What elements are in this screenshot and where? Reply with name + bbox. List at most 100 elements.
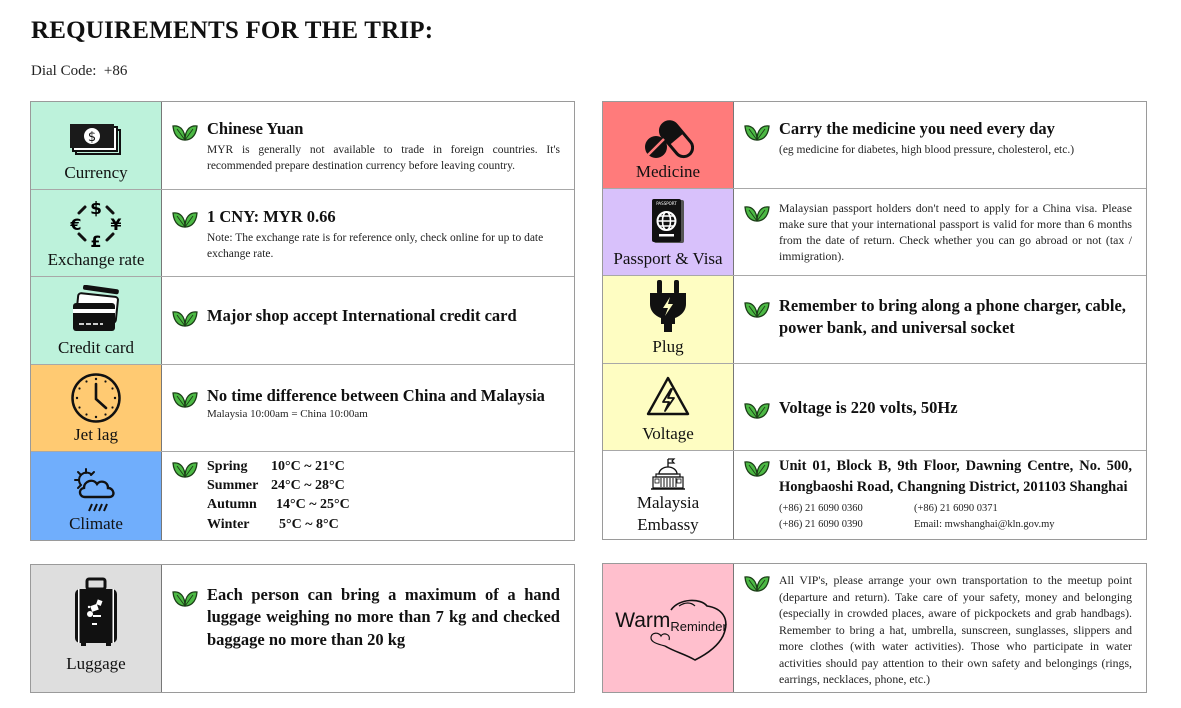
luggage-label-cell: Luggage [31, 565, 162, 692]
warm-reminder-text: All VIP's, please arrange your own trans… [779, 573, 1132, 687]
warm-reminder-logo: Warm Reminder [615, 609, 727, 634]
svg-text:£: £ [90, 232, 101, 249]
leaf-bullet-icon [744, 400, 770, 420]
dial-code: Dial Code: +86 [31, 63, 127, 80]
plug-icon [650, 279, 686, 332]
money-icon: $ [70, 123, 121, 155]
embassy-label-line1: Malaysia [636, 492, 700, 512]
passport-icon-text: PASSPORT [656, 201, 677, 206]
high-voltage-icon [646, 376, 690, 415]
embassy-phone[interactable]: (+86) 21 6090 0390 [779, 517, 914, 533]
passport-content: Malaysian passport holders don't need to… [734, 189, 1146, 275]
passport-label-cell: PASSPORT Passport & Visa [603, 189, 734, 275]
luggage-table: Luggage Each person can bring a maximum … [30, 564, 575, 693]
luggage-heading: Each person can bring a maximum of a han… [207, 585, 560, 649]
plug-heading: Remember to bring along a phone charger,… [779, 296, 1126, 338]
leaf-bullet-icon [172, 308, 198, 328]
passport-text: Malaysian passport holders don't need to… [779, 201, 1132, 263]
exchange-label: Exchange rate [47, 249, 145, 269]
svg-text:$: $ [88, 130, 96, 145]
plug-row: Plug Remember to bring along a phone cha… [603, 276, 1146, 364]
embassy-label-cell: Malaysia Embassy [603, 451, 734, 539]
warm-reminder-label-cell: Warm Reminder [603, 564, 734, 692]
passport-label: Passport & Visa [613, 248, 723, 268]
luggage-row: Luggage Each person can bring a maximum … [31, 565, 574, 692]
warm-reminder-row: Warm Reminder All VIP's, please arrange … [603, 564, 1146, 692]
right-requirements-table: Medicine Carry the medicine you need eve… [602, 101, 1147, 540]
voltage-label-cell: Voltage [603, 364, 734, 450]
suitcase-icon [75, 577, 117, 646]
jet-lag-label: Jet lag [74, 424, 118, 444]
season-range: 14°C ~ 25°C [276, 497, 350, 513]
page-title: REQUIREMENTS FOR THE TRIP: [31, 17, 434, 44]
medicine-heading: Carry the medicine you need every day [779, 119, 1055, 138]
leaf-bullet-icon [744, 458, 770, 478]
season-name: Summer [207, 478, 259, 494]
voltage-heading: Voltage is 220 volts, 50Hz [779, 398, 958, 417]
season-name: Winter [207, 516, 250, 532]
season-name: Autumn [207, 497, 257, 513]
exchange-label-cell: $ € ¥ £ Exchange rate [31, 190, 162, 276]
currency-text: MYR is generally not available to trade … [207, 144, 560, 173]
embassy-email[interactable]: Email: mwshanghai@kln.gov.my [914, 517, 1132, 533]
embassy-building-icon [651, 457, 685, 490]
svg-text:€: € [69, 215, 81, 234]
warm-text: Warm [615, 609, 671, 632]
leaf-bullet-icon [744, 203, 770, 223]
embassy-address: Unit 01, Block B, 9th Floor, Dawning Cen… [779, 458, 1132, 496]
credit-card-label: Credit card [58, 337, 134, 357]
clock-icon [71, 373, 121, 423]
plug-content: Remember to bring along a phone charger,… [734, 276, 1146, 363]
credit-card-row: Credit card Major shop accept Internatio… [31, 277, 574, 365]
currency-label: Currency [64, 162, 128, 182]
climate-seasons-list: Spring 10°C ~ 21°C Summer 24°C ~ 28°C Au… [207, 458, 560, 534]
svg-text:$: $ [90, 199, 102, 219]
passport-row: PASSPORT Passport & Visa Malaysian passp… [603, 189, 1146, 276]
credit-card-icon [73, 284, 119, 331]
leaf-bullet-icon [744, 573, 770, 593]
exchange-content: 1 CNY: MYR 0.66 Note: The exchange rate … [162, 190, 574, 276]
credit-card-label-cell: Credit card [31, 277, 162, 364]
jet-lag-content: No time difference between China and Mal… [162, 365, 574, 451]
medicine-content: Carry the medicine you need every day (e… [734, 102, 1146, 188]
currency-content: Chinese Yuan MYR is generally not availa… [162, 102, 574, 189]
season-range: 5°C ~ 8°C [279, 516, 339, 532]
plug-label-cell: Plug [603, 276, 734, 363]
climate-label-cell: Climate [31, 452, 162, 540]
weather-icon [74, 467, 115, 512]
exchange-row: $ € ¥ £ Exchange rate 1 CNY: MYR 0.66 No… [31, 190, 574, 277]
leaf-bullet-icon [172, 122, 198, 142]
svg-text:¥: ¥ [110, 215, 121, 234]
medicine-label-cell: Medicine [603, 102, 734, 188]
passport-icon: PASSPORT [652, 198, 684, 243]
leaf-bullet-icon [744, 299, 770, 319]
leaf-bullet-icon [172, 209, 198, 229]
climate-label: Climate [69, 513, 123, 533]
climate-content: Spring 10°C ~ 21°C Summer 24°C ~ 28°C Au… [162, 452, 574, 540]
embassy-phone[interactable]: (+86) 21 6090 0371 [914, 501, 1132, 517]
medicine-label: Medicine [635, 161, 701, 181]
climate-row: Climate Spring 10°C ~ 21°C Summer 24°C ~… [31, 452, 574, 540]
exchange-text: Note: The exchange rate is for reference… [207, 232, 544, 261]
currency-heading: Chinese Yuan [207, 119, 304, 138]
embassy-content: Unit 01, Block B, 9th Floor, Dawning Cen… [734, 451, 1146, 539]
voltage-label: Voltage [642, 423, 694, 443]
leaf-bullet-icon [172, 588, 198, 608]
jet-lag-label-cell: Jet lag [31, 365, 162, 451]
pills-icon [645, 119, 694, 158]
medicine-text: (eg medicine for diabetes, high blood pr… [779, 144, 1075, 157]
credit-card-content: Major shop accept International credit c… [162, 277, 574, 364]
embassy-phone[interactable]: (+86) 21 6090 0360 [779, 501, 914, 517]
currency-exchange-icon: $ € ¥ £ [69, 199, 121, 249]
warm-reminder-content: All VIP's, please arrange your own trans… [734, 564, 1146, 692]
exchange-heading: 1 CNY: MYR 0.66 [207, 207, 336, 226]
jet-lag-heading: No time difference between China and Mal… [207, 386, 545, 405]
credit-card-heading: Major shop accept International credit c… [207, 306, 517, 325]
left-requirements-table: $ Currency Chinese Yuan MYR is generally… [30, 101, 575, 541]
dial-code-label: Dial Code: [31, 63, 97, 79]
leaf-bullet-icon [172, 389, 198, 409]
currency-label-cell: $ Currency [31, 102, 162, 189]
season-range: 24°C ~ 28°C [271, 478, 345, 494]
plug-label: Plug [652, 336, 684, 356]
embassy-contacts: (+86) 21 6090 0360 (+86) 21 6090 0371 (+… [779, 501, 1132, 533]
